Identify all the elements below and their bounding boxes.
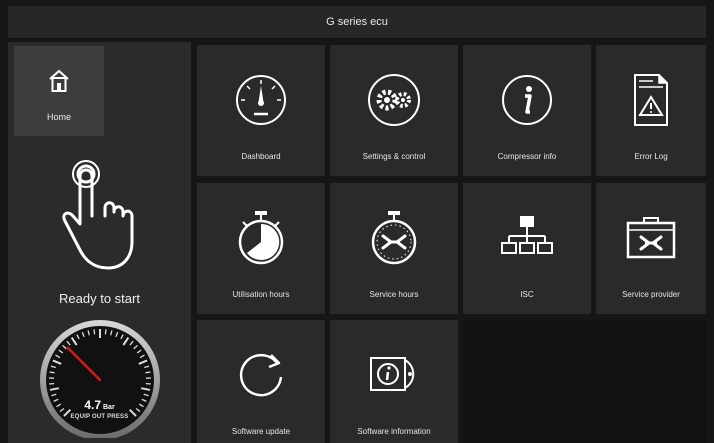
title-bar: G series ecu (8, 6, 706, 39)
tile-service-provider[interactable]: Service provider (596, 183, 706, 314)
tile-label: Error Log (634, 152, 668, 161)
service-timer-icon (330, 203, 458, 273)
tile-software-update[interactable]: Software update (197, 320, 325, 443)
network-icon (463, 203, 591, 273)
sidebar: Home Ready to start 4.7 Bar EQUIP OUT PR… (8, 42, 191, 443)
error-log-icon (596, 65, 706, 135)
tile-label: Service hours (369, 290, 419, 299)
gauge-value-row: 4.7 Bar (8, 398, 191, 412)
tile-label: Compressor info (497, 152, 557, 161)
dashboard-gauge-icon (197, 65, 325, 135)
status-text: Ready to start (59, 291, 140, 306)
tile-error-log[interactable]: Error Log (596, 45, 706, 176)
home-label: Home (46, 112, 71, 122)
info-icon (463, 65, 591, 135)
empty-area (463, 320, 706, 443)
home-button[interactable]: Home (14, 46, 104, 136)
tile-dashboard[interactable]: Dashboard (197, 45, 325, 176)
gears-icon (330, 65, 458, 135)
tile-label: ISC (520, 290, 534, 299)
gauge-value: 4.7 (84, 398, 101, 412)
window-title: G series ecu (326, 16, 388, 28)
gauge-label: EQUIP OUT PRESS (70, 414, 129, 420)
tile-software-information[interactable]: Software information (330, 320, 458, 443)
tile-isc[interactable]: ISC (463, 183, 591, 314)
gauge-unit: Bar (103, 404, 115, 411)
app-window: G series ecu Home Ready to start 4.7 Bar… (0, 0, 714, 443)
tile-compressor-info[interactable]: Compressor info (463, 45, 591, 176)
pressure-gauge (36, 318, 164, 443)
tile-label: Software information (357, 427, 431, 436)
refresh-icon (197, 340, 325, 410)
tile-label: Settings & control (362, 152, 426, 161)
home-icon (42, 64, 76, 103)
tile-label: Software update (231, 427, 291, 436)
software-info-icon (330, 340, 458, 410)
tile-settings-control[interactable]: Settings & control (330, 45, 458, 176)
toolbox-icon (596, 203, 706, 273)
tile-label: Dashboard (241, 152, 281, 161)
touch-hand-icon (58, 158, 142, 285)
tile-label: Utilisation hours (232, 290, 290, 299)
tile-label: Service provider (622, 290, 680, 299)
tile-utilisation-hours[interactable]: Utilisation hours (197, 183, 325, 314)
tile-service-hours[interactable]: Service hours (330, 183, 458, 314)
stopwatch-icon (197, 203, 325, 273)
